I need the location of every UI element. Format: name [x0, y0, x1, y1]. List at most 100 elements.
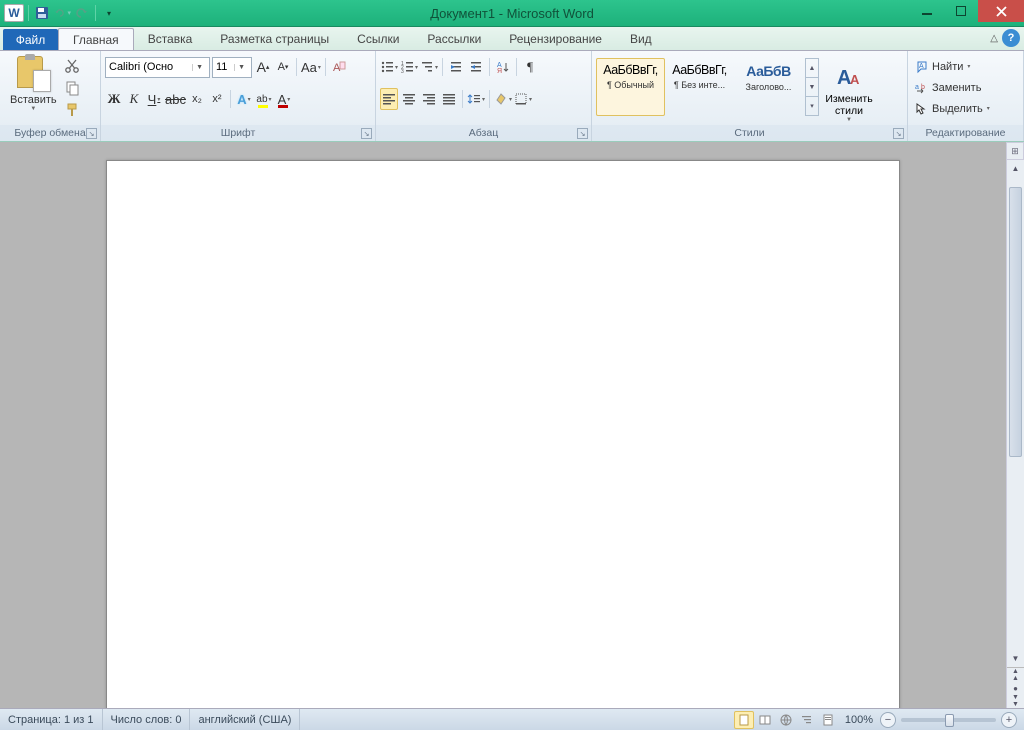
- help-icon[interactable]: ?: [1002, 29, 1020, 47]
- align-right-icon[interactable]: [420, 88, 438, 110]
- decrease-indent-icon[interactable]: [447, 56, 465, 78]
- browse-object-icon[interactable]: ●: [1007, 682, 1024, 694]
- gallery-more-icon[interactable]: ▾: [806, 97, 818, 115]
- replace-button[interactable]: ab Заменить: [910, 77, 985, 98]
- bold-button[interactable]: Ж: [105, 88, 123, 110]
- close-button[interactable]: [978, 0, 1024, 22]
- style-gallery: АаБбВвГг, ¶ Обычный АаБбВвГг, ¶ Без инте…: [596, 58, 819, 116]
- scroll-down-icon[interactable]: ▼: [1007, 650, 1024, 667]
- align-justify-icon[interactable]: [440, 88, 458, 110]
- line-spacing-icon[interactable]: ▾: [467, 88, 485, 110]
- fullscreen-reading-view-icon[interactable]: [755, 711, 775, 729]
- tab-home[interactable]: Главная: [58, 28, 134, 50]
- prev-page-icon[interactable]: ▲▲: [1007, 668, 1024, 682]
- tab-mailings[interactable]: Рассылки: [413, 27, 495, 50]
- status-word-count[interactable]: Число слов: 0: [103, 709, 191, 730]
- print-layout-view-icon[interactable]: [734, 711, 754, 729]
- find-button[interactable]: A Найти▾: [910, 56, 974, 77]
- select-button[interactable]: Выделить▾: [910, 98, 994, 119]
- font-color-button[interactable]: A▾: [275, 88, 293, 110]
- clear-formatting-icon[interactable]: A: [330, 56, 348, 78]
- italic-button[interactable]: К: [125, 88, 143, 110]
- maximize-button[interactable]: [944, 0, 978, 22]
- web-layout-view-icon[interactable]: [776, 711, 796, 729]
- tab-insert[interactable]: Вставка: [134, 27, 207, 50]
- grow-font-icon[interactable]: A▴: [254, 56, 272, 78]
- word-app-icon[interactable]: W: [4, 4, 24, 22]
- redo-icon[interactable]: [73, 4, 91, 22]
- draft-view-icon[interactable]: [818, 711, 838, 729]
- svg-text:a: a: [915, 84, 919, 91]
- change-styles-button[interactable]: AA Изменить стили ▼: [819, 58, 879, 123]
- gallery-up-icon[interactable]: ▲: [806, 59, 818, 78]
- strikethrough-button[interactable]: abc: [165, 88, 186, 110]
- superscript-button[interactable]: x²: [208, 88, 226, 110]
- subscript-button[interactable]: x₂: [188, 88, 206, 110]
- customize-qat-icon[interactable]: ▾: [100, 4, 118, 22]
- underline-button[interactable]: Ч▾: [145, 88, 163, 110]
- change-case-icon[interactable]: Aa▾: [301, 56, 321, 78]
- paste-label: Вставить: [10, 94, 57, 106]
- tab-file[interactable]: Файл: [3, 29, 58, 50]
- paragraph-launcher[interactable]: ↘: [577, 128, 588, 139]
- highlight-button[interactable]: ab▾: [255, 88, 273, 110]
- tab-review[interactable]: Рецензирование: [495, 27, 616, 50]
- increase-indent-icon[interactable]: [467, 56, 485, 78]
- tab-references[interactable]: Ссылки: [343, 27, 413, 50]
- multilevel-list-icon[interactable]: ▾: [420, 56, 438, 78]
- ruler-toggle-icon[interactable]: ⊞: [1006, 142, 1024, 160]
- borders-icon[interactable]: ▾: [514, 88, 532, 110]
- group-editing-label: Редактирование: [908, 125, 1023, 141]
- gallery-scroll[interactable]: ▲ ▼ ▾: [805, 58, 819, 116]
- minimize-ribbon-icon[interactable]: △: [990, 33, 998, 44]
- document-page[interactable]: [106, 160, 900, 708]
- align-center-icon[interactable]: [400, 88, 418, 110]
- status-language[interactable]: английский (США): [190, 709, 300, 730]
- document-area: ⊞ ▲ ▼ ▲▲ ● ▼▼: [0, 142, 1024, 708]
- zoom-handle[interactable]: [945, 714, 954, 727]
- zoom-slider[interactable]: [901, 718, 996, 722]
- styles-launcher[interactable]: ↘: [893, 128, 904, 139]
- next-page-icon[interactable]: ▼▼: [1007, 694, 1024, 708]
- group-clipboard: Вставить ▼ Буфер обмена ↘: [0, 51, 101, 141]
- format-painter-icon[interactable]: [63, 102, 81, 118]
- zoom-in-button[interactable]: +: [1001, 712, 1017, 728]
- style-preview: АаБбВ: [746, 63, 790, 79]
- tab-view[interactable]: Вид: [616, 27, 666, 50]
- show-marks-icon[interactable]: ¶: [521, 56, 539, 78]
- numbering-icon[interactable]: 123▾: [400, 56, 418, 78]
- cut-icon[interactable]: [63, 58, 81, 74]
- shrink-font-icon[interactable]: A▾: [274, 56, 292, 78]
- shading-icon[interactable]: ▾: [494, 88, 512, 110]
- zoom-level[interactable]: 100%: [839, 714, 879, 726]
- vertical-scrollbar[interactable]: ▲ ▼ ▲▲ ● ▼▼: [1006, 160, 1024, 708]
- window-title: Документ1 - Microsoft Word: [430, 6, 594, 21]
- style-normal[interactable]: АаБбВвГг, ¶ Обычный: [596, 58, 665, 116]
- font-size-combo[interactable]: 11▼: [212, 57, 252, 78]
- group-styles-label: Стили ↘: [592, 125, 907, 141]
- font-name-combo[interactable]: Calibri (Осно▼: [105, 57, 210, 78]
- text-effects-button[interactable]: A▾: [235, 88, 253, 110]
- save-icon[interactable]: [33, 4, 51, 22]
- scroll-up-icon[interactable]: ▲: [1007, 160, 1024, 177]
- style-no-spacing[interactable]: АаБбВвГг, ¶ Без инте...: [665, 58, 734, 116]
- scroll-thumb[interactable]: [1009, 187, 1022, 457]
- paste-button[interactable]: Вставить ▼: [4, 54, 63, 114]
- ribbon-tabs: Файл Главная Вставка Разметка страницы С…: [0, 27, 1024, 51]
- scroll-track[interactable]: [1007, 177, 1024, 650]
- paste-icon: [17, 56, 49, 92]
- clipboard-launcher[interactable]: ↘: [86, 128, 97, 139]
- undo-icon[interactable]: ▾: [53, 4, 71, 22]
- bullets-icon[interactable]: ▾: [380, 56, 398, 78]
- copy-icon[interactable]: [63, 80, 81, 96]
- zoom-out-button[interactable]: −: [880, 712, 896, 728]
- gallery-down-icon[interactable]: ▼: [806, 78, 818, 97]
- align-left-icon[interactable]: [380, 88, 398, 110]
- font-launcher[interactable]: ↘: [361, 128, 372, 139]
- style-heading1[interactable]: АаБбВ Заголово...: [734, 58, 803, 116]
- sort-icon[interactable]: AЯ: [494, 56, 512, 78]
- minimize-button[interactable]: [910, 0, 944, 22]
- outline-view-icon[interactable]: [797, 711, 817, 729]
- status-page[interactable]: Страница: 1 из 1: [0, 709, 103, 730]
- tab-page-layout[interactable]: Разметка страницы: [206, 27, 343, 50]
